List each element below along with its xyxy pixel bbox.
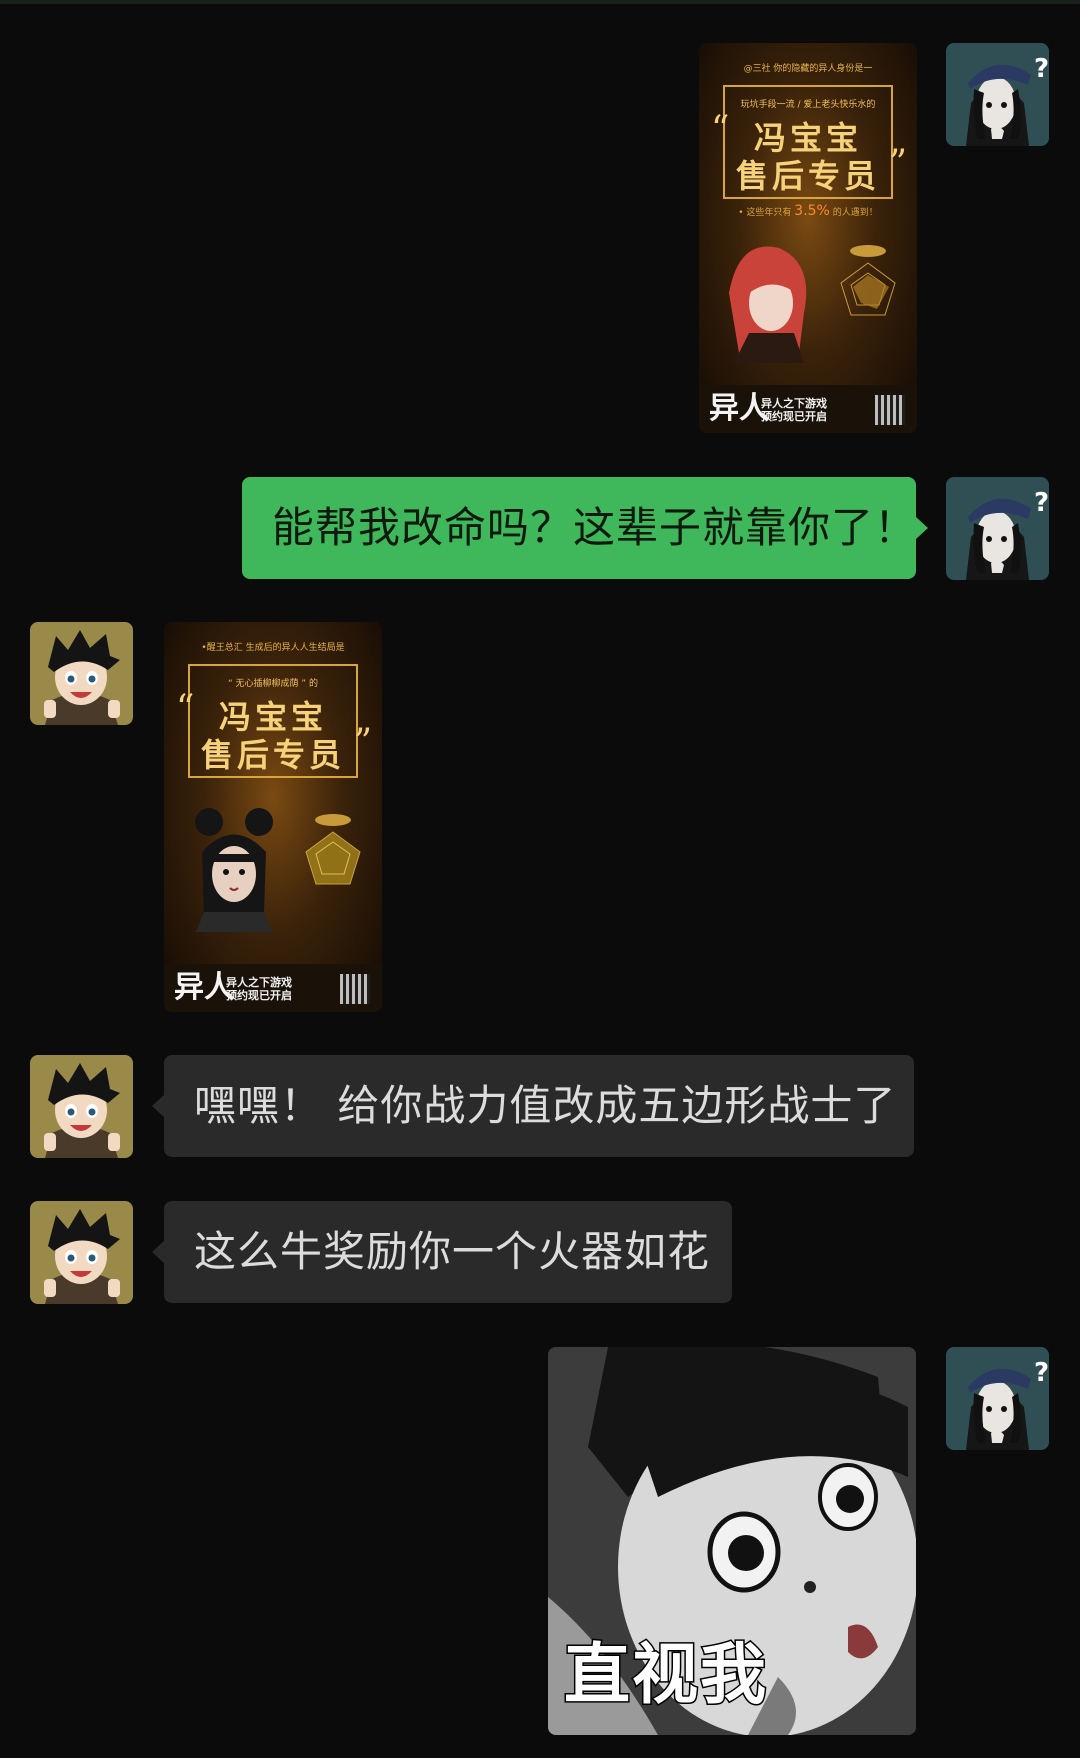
qr-code-icon [875, 395, 905, 425]
poster-footer-line2: 预约现已开启 [761, 410, 827, 423]
poster-subtitle: 玩坑手段一流 / 爱上老头快乐水的 [740, 100, 876, 110]
top-divider [0, 0, 1080, 4]
poster-image-2[interactable]: •醒王总汇 生成后的异人人生结局是 “ 无心插柳柳成荫 ” 的 “ 冯宝宝 售后… [164, 622, 382, 1012]
poster-percentage: • 这些年只有 3.5% 的人遇到！ [699, 203, 917, 219]
poster-pct-prefix: • 这些年只有 [738, 208, 792, 218]
svg-text:?: ? [1034, 1358, 1049, 1388]
self-avatar[interactable]: ? [946, 43, 1049, 146]
poster-footer-text: 异人之下游戏 预约现已开启 [226, 976, 326, 1002]
qr-code-icon [340, 974, 370, 1004]
self-avatar[interactable]: ? [946, 477, 1049, 580]
poster-title-line2: 售后专员 [735, 157, 880, 195]
poster-top-text: @三社 你的隐藏的异人身份是一 [743, 64, 873, 74]
poster-character-red-hair [729, 246, 807, 363]
poster-footer-line1: 异人之下游戏 [226, 976, 292, 989]
poster-quote-close: ” [888, 143, 907, 184]
poster-quote-close: ” [353, 722, 372, 763]
friend-avatar[interactable] [30, 1201, 133, 1304]
poster-footer-line1: 异人之下游戏 [761, 397, 827, 410]
poster-character-black-bun [195, 808, 273, 932]
message-bubble-outgoing[interactable]: 能帮我改命吗？这辈子就靠你了！ [242, 477, 928, 579]
message-bubble-incoming[interactable]: 嘿嘿！ 给你战力值改成五边形战士了 [152, 1055, 914, 1157]
poster-footer-text: 异人之下游戏 预约现已开启 [761, 397, 861, 423]
message-bubble-incoming[interactable]: 这么牛奖励你一个火器如花 [152, 1201, 732, 1303]
poster-title-line2: 售后专员 [200, 736, 345, 774]
friend-avatar[interactable] [30, 622, 133, 725]
meme-image[interactable]: 直视我 [548, 1347, 916, 1735]
poster-radar-chart [305, 814, 361, 885]
svg-text:?: ? [1034, 488, 1049, 518]
friend-avatar[interactable] [30, 1055, 133, 1158]
meme-caption: 直视我 [563, 1635, 768, 1715]
poster-top-text: •醒王总汇 生成后的异人人生结局是 [201, 643, 345, 653]
poster-footer-line2: 预约现已开启 [226, 989, 292, 1002]
poster-image-1[interactable]: @三社 你的隐藏的异人身份是一 玩坑手段一流 / 爱上老头快乐水的 “ 冯宝宝 … [699, 43, 917, 433]
poster-subtitle: “ 无心插柳柳成荫 ” 的 [228, 679, 318, 689]
poster-pct-value: 3.5% [794, 203, 830, 219]
poster-pct-suffix: 的人遇到！ [832, 208, 878, 218]
poster-radar-chart [840, 245, 896, 316]
self-avatar[interactable]: ? [946, 1347, 1049, 1450]
poster-logo: 异人 [709, 391, 769, 426]
poster-logo: 异人 [174, 970, 234, 1005]
svg-text:?: ? [1034, 54, 1049, 84]
